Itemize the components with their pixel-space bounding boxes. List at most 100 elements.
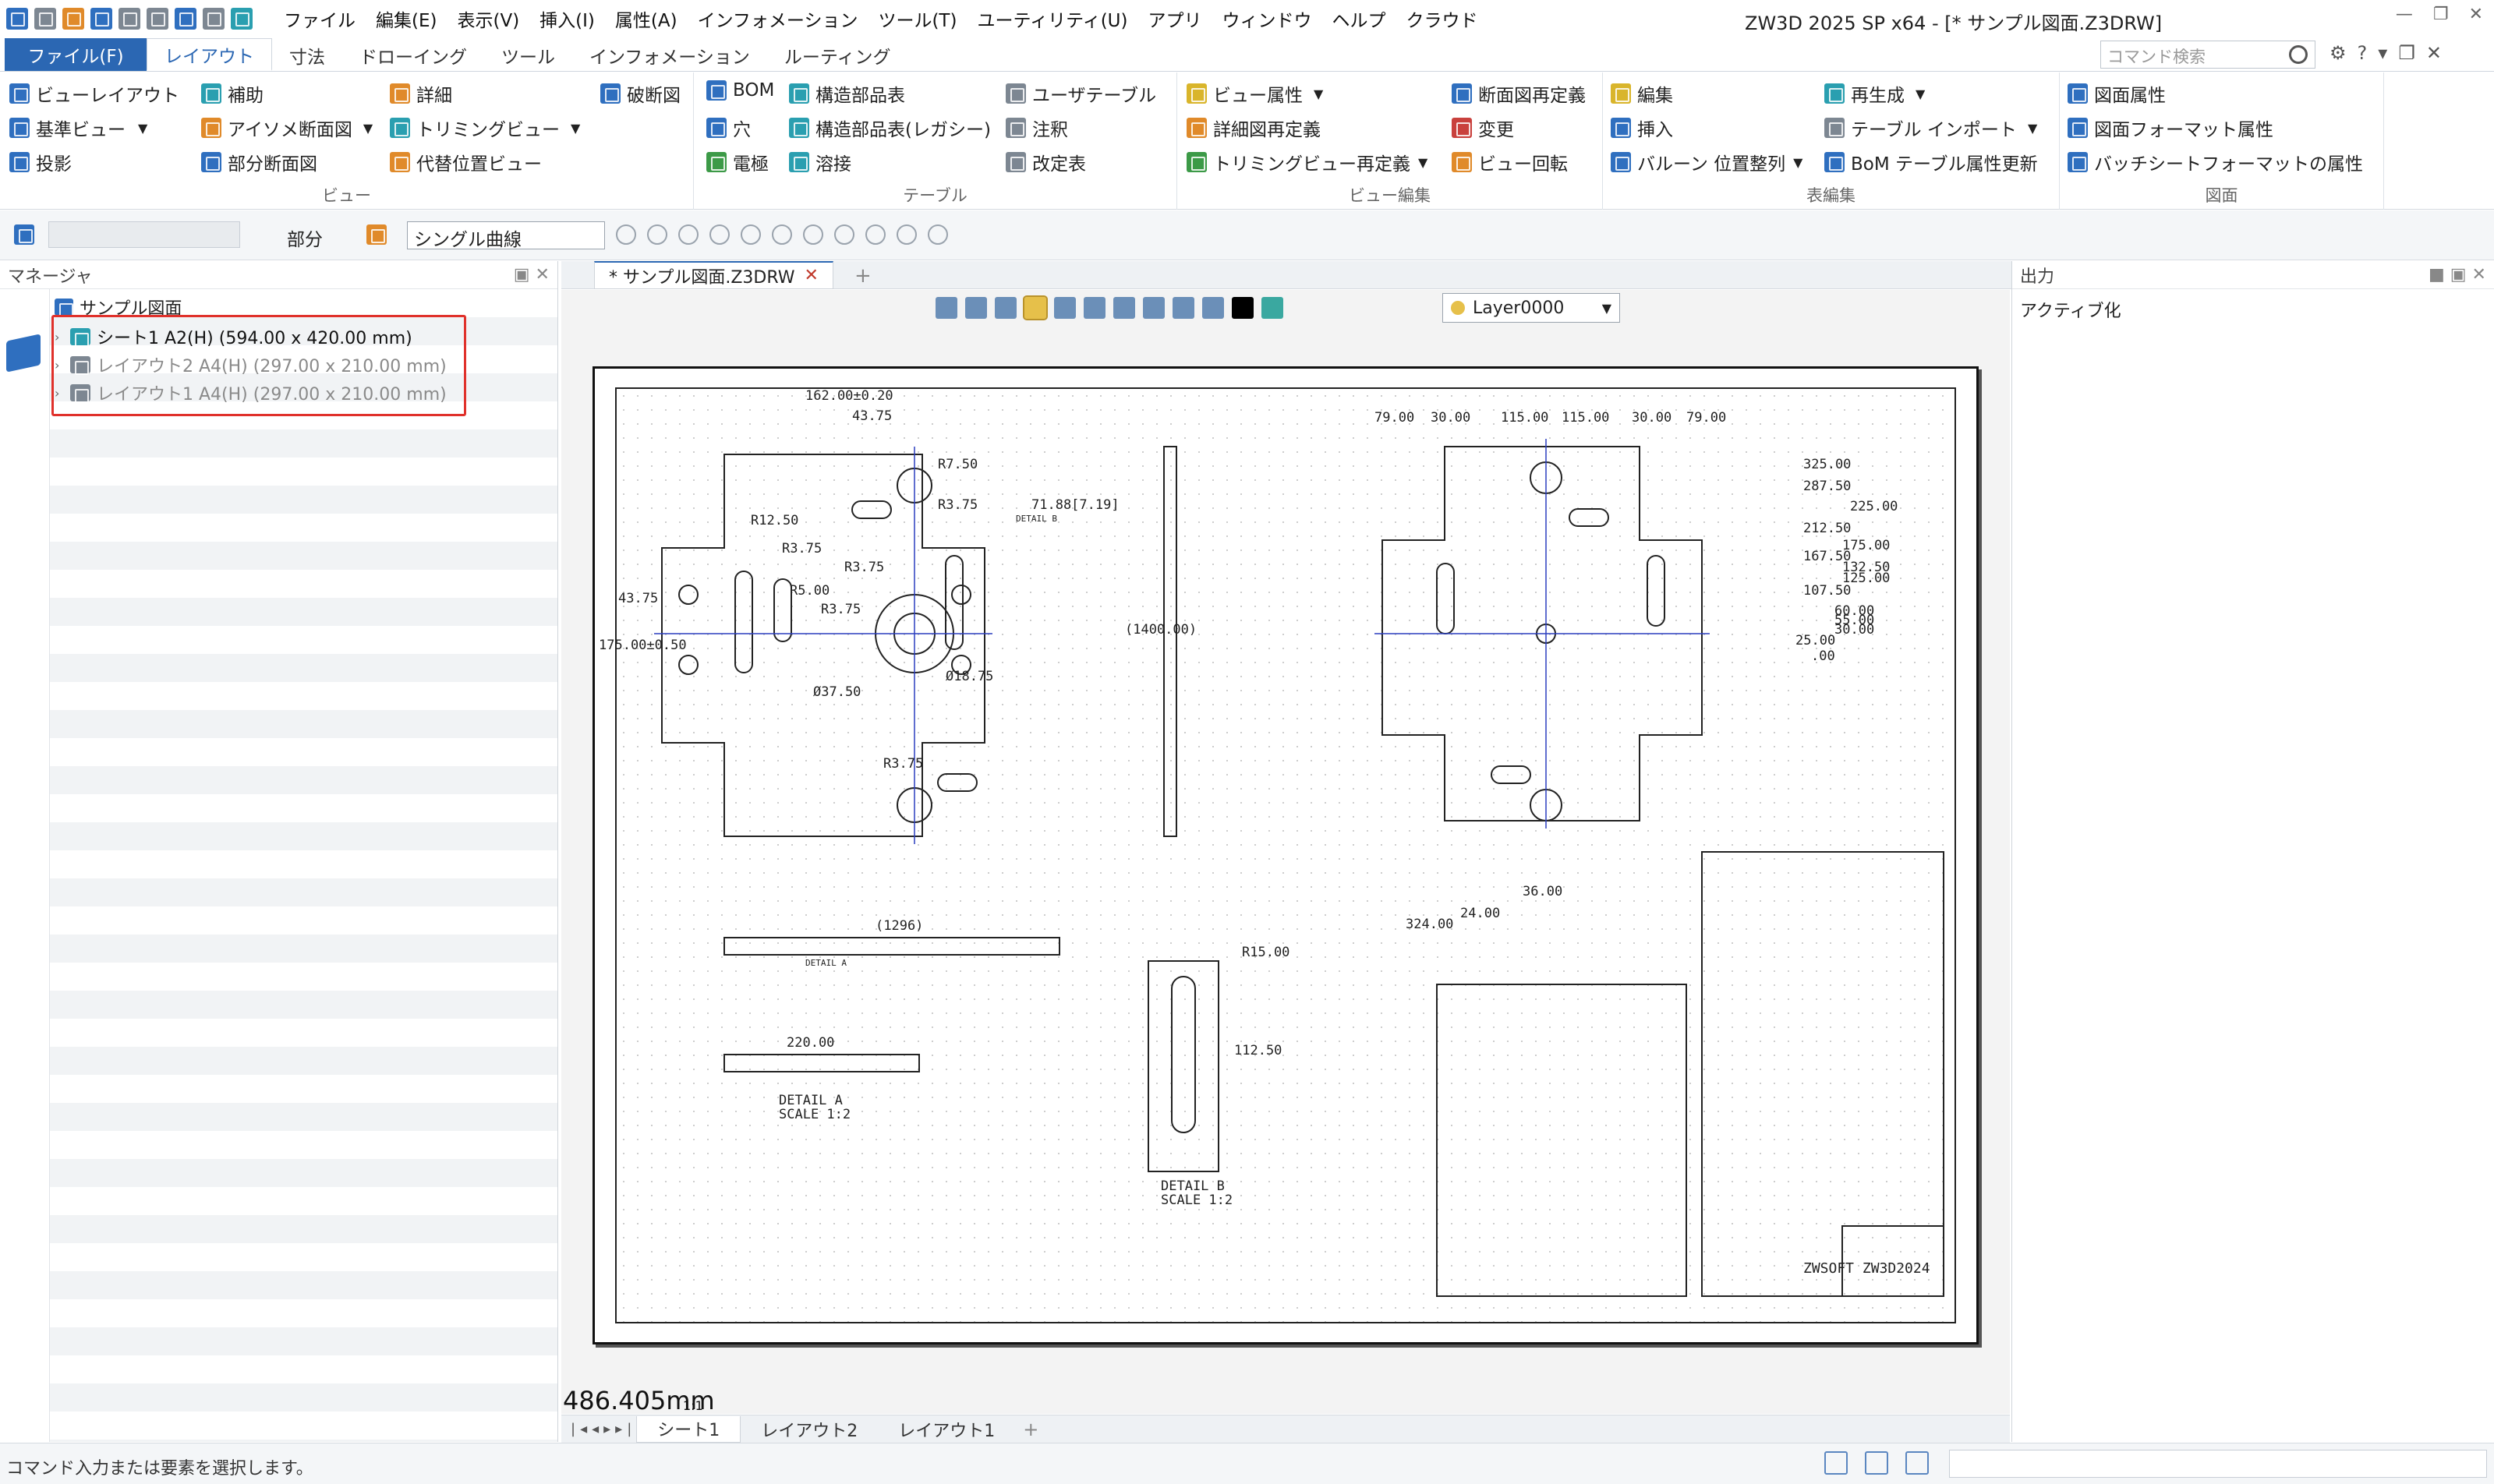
add-sheet-icon[interactable]: + bbox=[1023, 1419, 1038, 1440]
detail-redefine-button[interactable]: 詳細図再定義 bbox=[1187, 115, 1321, 141]
auxiliary-view-button[interactable]: 補助 bbox=[201, 80, 264, 107]
document-tab[interactable]: * サンプル図面.Z3DRW ✕ bbox=[594, 261, 833, 289]
help-icon[interactable]: ? bbox=[2358, 42, 2368, 64]
curve-filter-select[interactable]: シングル曲線 bbox=[407, 221, 605, 250]
sheet-nav-arrows-icon[interactable]: |◂◂▸▸| bbox=[571, 1421, 636, 1437]
close-icon[interactable]: ✕ bbox=[2469, 5, 2483, 24]
iso-section-button[interactable]: アイソメ断面図 ▼ bbox=[201, 115, 373, 141]
panel-pin-close-icon[interactable]: ▣ ✕ bbox=[514, 265, 550, 284]
command-search-input[interactable]: コマンド検索 bbox=[2100, 41, 2315, 69]
balloon-align-button[interactable]: バルーン 位置整列 ▼ bbox=[1611, 149, 1802, 175]
color-swatch-icon[interactable] bbox=[1232, 297, 1254, 319]
menu-tools[interactable]: ツール(T) bbox=[878, 5, 957, 32]
layer-select[interactable]: Layer0000 ▼ bbox=[1442, 293, 1620, 323]
grid-icon[interactable] bbox=[1084, 297, 1105, 319]
drawing-sheet[interactable]: 162.00±0.20 43.75 R7.50 R3.75 R12.50 R3.… bbox=[593, 366, 1979, 1344]
pick-point-icon[interactable] bbox=[616, 224, 636, 245]
redo-icon[interactable] bbox=[203, 8, 225, 30]
drawing-manager-icon[interactable] bbox=[6, 334, 41, 373]
batch-sheet-format-button[interactable]: バッチシートフォーマットの属性 bbox=[2068, 149, 2363, 175]
revision-table-button[interactable]: 改定表 bbox=[1006, 149, 1086, 175]
menu-information[interactable]: インフォメーション bbox=[698, 5, 858, 32]
arc-icon[interactable] bbox=[897, 224, 917, 245]
search-icon[interactable] bbox=[2289, 45, 2308, 64]
menu-help[interactable]: ヘルプ bbox=[1332, 5, 1385, 32]
view-attribute-button[interactable]: ビュー属性 ▼ bbox=[1187, 80, 1323, 107]
close-icon[interactable]: ✕ bbox=[2426, 42, 2442, 64]
monitor-icon[interactable] bbox=[1173, 297, 1194, 319]
chevron-down-icon[interactable]: ▾ bbox=[2378, 42, 2387, 64]
section-redefine-button[interactable]: 断面図再定義 bbox=[1452, 80, 1586, 107]
display-mode-icon[interactable] bbox=[1023, 295, 1048, 320]
tab-information[interactable]: インフォメーション bbox=[572, 40, 767, 71]
regenerate-icon[interactable] bbox=[231, 8, 253, 30]
file-tab[interactable]: ファイル(F) bbox=[5, 38, 147, 71]
rotate-view-button[interactable]: ビュー回転 bbox=[1452, 149, 1568, 175]
new-file-icon[interactable] bbox=[34, 8, 56, 30]
line-point-icon[interactable] bbox=[741, 224, 761, 245]
user-table-button[interactable]: ユーザテーブル bbox=[1006, 80, 1156, 107]
alternate-position-button[interactable]: 代替位置ビュー bbox=[390, 149, 542, 175]
tab-drawing[interactable]: ドローイング bbox=[342, 40, 484, 71]
undo-icon[interactable] bbox=[175, 8, 196, 30]
menu-cloud[interactable]: クラウド bbox=[1406, 5, 1477, 32]
dotted-circle-icon[interactable] bbox=[1202, 297, 1224, 319]
curve-icon[interactable] bbox=[865, 224, 886, 245]
wand-icon[interactable] bbox=[1054, 297, 1076, 319]
table-import-button[interactable]: テーブル インポート ▼ bbox=[1824, 115, 2037, 141]
base-view-button[interactable]: 基準ビュー ▼ bbox=[9, 115, 147, 141]
drawing-format-attribute-button[interactable]: 図面フォーマット属性 bbox=[2068, 115, 2273, 141]
view-layout-button[interactable]: ビューレイアウト bbox=[9, 80, 179, 107]
spline-icon[interactable] bbox=[834, 224, 854, 245]
save-icon[interactable] bbox=[90, 8, 112, 30]
sheet-tab-sheet1[interactable]: シート1 bbox=[636, 1415, 741, 1443]
brush-icon[interactable] bbox=[995, 297, 1017, 319]
hole-table-button[interactable]: 穴 bbox=[706, 115, 751, 141]
projection-button[interactable]: 投影 bbox=[9, 149, 72, 175]
menu-utility[interactable]: ユーティリティ(U) bbox=[977, 5, 1127, 32]
partial-section-button[interactable]: 部分断面図 bbox=[201, 149, 317, 175]
electrode-table-button[interactable]: 電極 bbox=[706, 149, 769, 175]
structure-bom-legacy-button[interactable]: 構造部品表(レガシー) bbox=[789, 115, 991, 141]
tangent-icon[interactable] bbox=[928, 224, 948, 245]
structure-bom-button[interactable]: 構造部品表 bbox=[789, 80, 905, 107]
menu-apps[interactable]: アプリ bbox=[1148, 5, 1201, 32]
display-toggle-icon[interactable] bbox=[1824, 1451, 1848, 1475]
detail-view-button[interactable]: 詳細 bbox=[390, 80, 452, 107]
restore-icon[interactable]: ❐ bbox=[2398, 42, 2415, 64]
print-icon[interactable] bbox=[119, 8, 140, 30]
menu-edit[interactable]: 編集(E) bbox=[376, 5, 437, 32]
play-icon[interactable] bbox=[647, 224, 667, 245]
panel-icon[interactable] bbox=[1905, 1451, 1929, 1475]
filter-combo[interactable] bbox=[48, 221, 240, 248]
annotation-table-button[interactable]: 注釈 bbox=[1006, 115, 1068, 141]
circle-center-icon[interactable] bbox=[772, 224, 792, 245]
tab-tools[interactable]: ツール bbox=[484, 40, 572, 71]
table-insert-button[interactable]: 挿入 bbox=[1611, 115, 1673, 141]
filter-icon[interactable] bbox=[14, 224, 34, 245]
close-tab-icon[interactable]: ✕ bbox=[804, 266, 818, 285]
table-edit-button[interactable]: 編集 bbox=[1611, 80, 1673, 107]
layer-icon[interactable] bbox=[1261, 297, 1283, 319]
exit-icon[interactable] bbox=[936, 297, 957, 319]
pen-icon[interactable] bbox=[965, 297, 987, 319]
sheet-tab-layout2[interactable]: レイアウト2 bbox=[741, 1416, 878, 1443]
add-tab-icon[interactable]: + bbox=[854, 264, 872, 288]
menu-file[interactable]: ファイル bbox=[284, 5, 356, 32]
bom-button[interactable]: BOM bbox=[706, 80, 774, 101]
tab-routing[interactable]: ルーティング bbox=[767, 40, 908, 71]
regenerate-table-button[interactable]: 再生成 ▼ bbox=[1824, 80, 1925, 107]
restore-icon[interactable]: ❐ bbox=[2433, 5, 2449, 24]
menu-view[interactable]: 表示(V) bbox=[457, 5, 519, 32]
bom-attribute-update-button[interactable]: BoM テーブル属性更新 bbox=[1824, 149, 2038, 175]
gear-icon[interactable]: ⚙ bbox=[2330, 42, 2347, 64]
tab-dimension[interactable]: 寸法 bbox=[272, 40, 342, 71]
panel-pin-close-icon[interactable]: ■ ▣ ✕ bbox=[2429, 265, 2486, 284]
modify-view-button[interactable]: 変更 bbox=[1452, 115, 1514, 141]
circle-icon[interactable] bbox=[803, 224, 823, 245]
menu-insert[interactable]: 挿入(I) bbox=[539, 5, 595, 32]
pick-mode-icon[interactable] bbox=[366, 224, 387, 245]
open-file-icon[interactable] bbox=[62, 8, 84, 30]
tab-layout[interactable]: レイアウト bbox=[147, 38, 272, 71]
minimize-icon[interactable]: — bbox=[2396, 5, 2413, 24]
